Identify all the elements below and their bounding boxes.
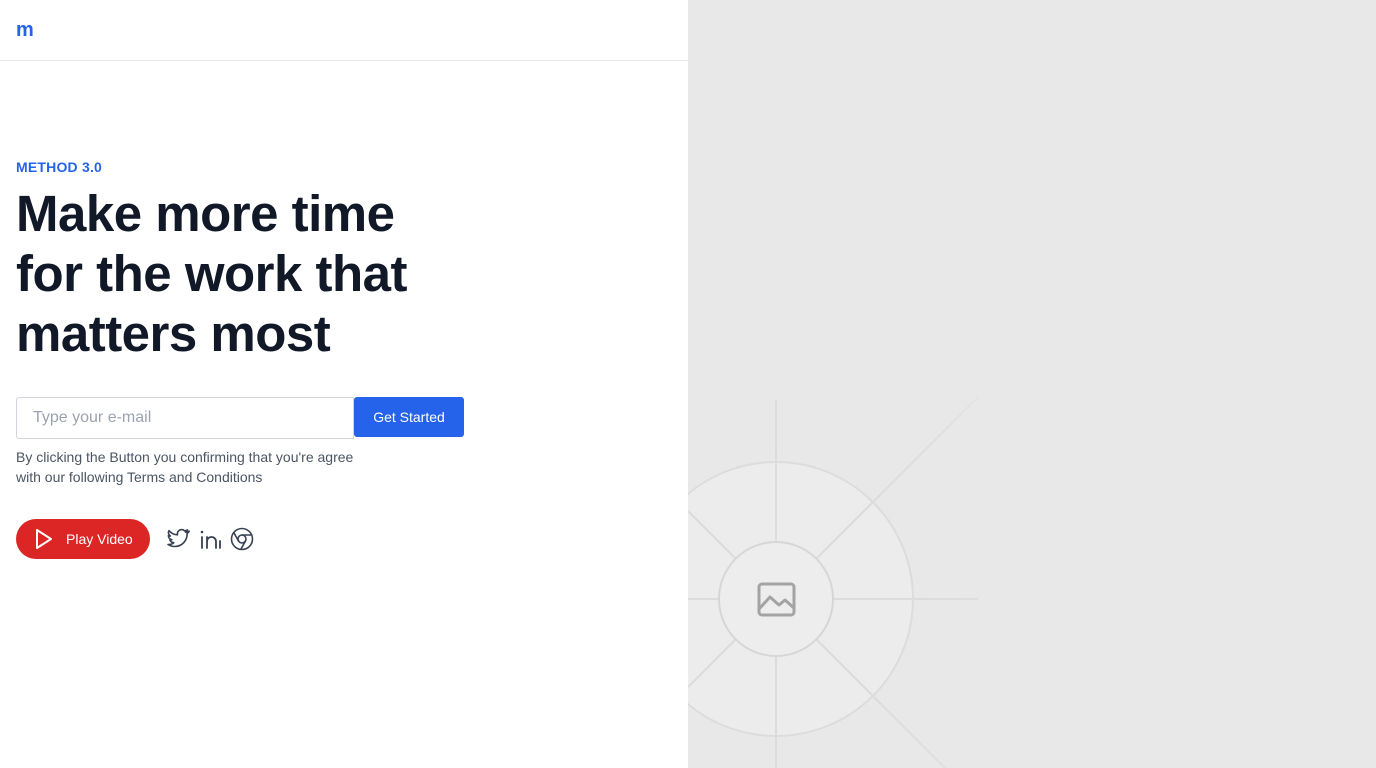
top-navbar: m xyxy=(0,0,688,61)
hero-image-placeholder xyxy=(688,0,1376,768)
image-placeholder-illustration xyxy=(688,396,979,768)
play-video-button[interactable]: Play Video xyxy=(16,519,150,559)
linkedin-icon[interactable] xyxy=(198,527,222,551)
page-title: Make more time for the work that matters… xyxy=(16,185,408,362)
chrome-icon[interactable] xyxy=(230,527,254,551)
disclaimer-line-2: with our following Terms and Conditions xyxy=(16,469,263,485)
get-started-button[interactable]: Get Started xyxy=(354,397,464,437)
play-icon xyxy=(36,529,52,549)
eyebrow-label: METHOD 3.0 xyxy=(16,159,103,175)
twitter-icon[interactable] xyxy=(166,527,190,551)
hero-content-panel: m METHOD 3.0 Make more time for the work… xyxy=(0,0,688,768)
email-input[interactable] xyxy=(16,397,354,439)
brand-logo[interactable]: m xyxy=(16,18,34,42)
play-video-label: Play Video xyxy=(66,531,133,547)
terms-disclaimer: By clicking the Button you confirming th… xyxy=(16,447,396,487)
disclaimer-line-1: By clicking the Button you confirming th… xyxy=(16,449,354,465)
